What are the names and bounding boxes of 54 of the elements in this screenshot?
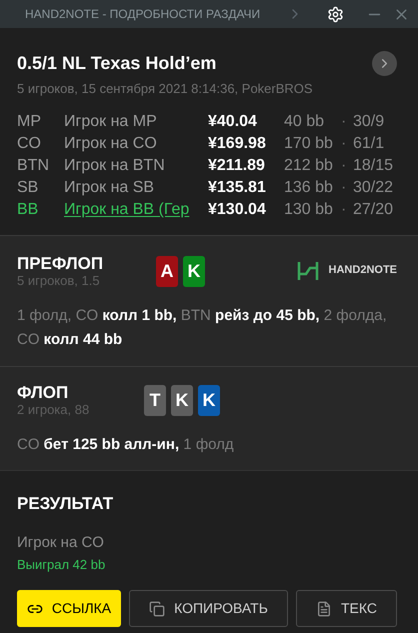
player-stack: ¥40.04 (208, 112, 258, 132)
player-stats: 61/1 (353, 134, 384, 154)
player-position: MP (17, 112, 42, 132)
copy-button[interactable]: КОПИРОВАТЬ (129, 590, 288, 627)
logo-text: HAND2NOTE (328, 263, 397, 278)
player-name: Игрок на BTN (64, 156, 166, 176)
player-name[interactable]: Игрок на BB (Гер (64, 198, 208, 222)
next-hand-button[interactable] (372, 51, 397, 76)
player-stats: 30/9 (353, 112, 384, 132)
player-stack: ¥211.89 (208, 156, 266, 176)
playing-card: T (144, 384, 166, 416)
street-actions: 1 фолд, CO колл 1 bb, BTN рейз до 45 bb, 2 фолда, CO колл 44 bb (17, 306, 388, 350)
player-stack: ¥135.81 (208, 178, 267, 198)
logo-icon (296, 260, 319, 282)
document-icon (316, 600, 332, 616)
player-stats: 27/20 (353, 200, 394, 220)
link-button[interactable]: ССЫЛКА (17, 590, 121, 627)
separator-dot: · (341, 134, 348, 154)
street-title: ФЛОП (17, 382, 70, 402)
player-stack-bb: 40 bb (284, 112, 326, 132)
player-stack: ¥169.98 (208, 134, 267, 154)
street-actions: CO бет 125 bb алл-ин, 1 фолд (17, 434, 235, 454)
playing-card: A (156, 256, 178, 286)
separator-dot: · (341, 156, 348, 176)
hand-title: 0.5/1 NL Texas Hold’em (17, 52, 216, 75)
copy-icon (149, 600, 166, 616)
player-stats: 30/22 (353, 178, 394, 198)
player-position: SB (17, 178, 40, 198)
player-stack-bb: 212 bb (284, 156, 334, 176)
text-button[interactable]: ТЕКС (296, 590, 397, 627)
settings-icon[interactable] (327, 6, 344, 22)
playing-card: K (198, 384, 220, 416)
player-position: BTN (17, 156, 50, 176)
result-outcome: Выиграл 42 bb (17, 556, 106, 574)
player-name: Игрок на CO (64, 134, 158, 154)
player-stack-bb: 170 bb (284, 134, 334, 154)
window-title: HAND2NOTE - ПОДРОБНОСТИ РАЗДАЧИ (25, 6, 260, 23)
separator-dot: · (341, 200, 348, 220)
result-title: РЕЗУЛЬТАТ (17, 492, 114, 514)
player-stack: ¥130.04 (208, 200, 267, 220)
result-player: Игрок на CO (17, 533, 105, 553)
player-stack-bb: 130 bb (284, 200, 334, 220)
street-title: ПРЕФЛОП (17, 254, 104, 272)
playing-card: K (171, 384, 193, 416)
player-stats: 18/15 (353, 156, 394, 176)
player-name: Игрок на SB (64, 178, 156, 198)
separator-dot: · (341, 178, 348, 198)
hand-subtitle: 5 игроков, 15 сентября 2021 8:14:36, PokerBROS (17, 80, 314, 98)
player-position: CO (17, 134, 42, 154)
player-name: Игрок на MP (64, 112, 158, 132)
separator-dot: · (341, 112, 348, 132)
player-position: BB (17, 200, 40, 220)
player-stack-bb: 136 bb (284, 178, 334, 198)
playing-card: K (183, 256, 205, 286)
